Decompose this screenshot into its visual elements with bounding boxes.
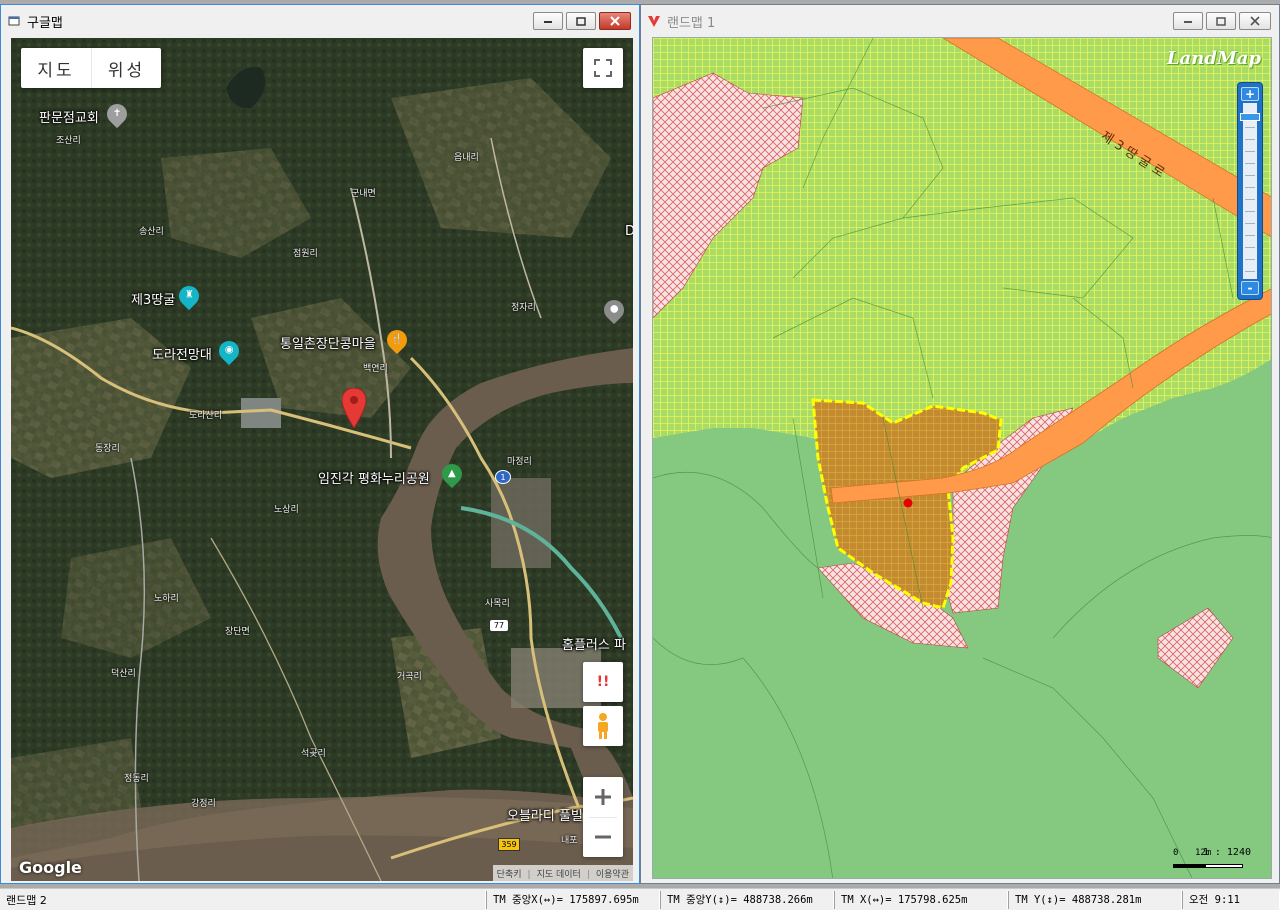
status-app-name: 랜드맵 2 <box>0 890 486 909</box>
map-attribution: 단축키 지도 데이터 이용약관 <box>492 865 633 881</box>
label-nosangri: 노상리 <box>274 505 299 515</box>
close-icon <box>1250 16 1260 26</box>
google-window-titlebar[interactable]: 구글맵 <box>1 5 639 37</box>
fullscreen-icon <box>594 59 612 77</box>
scale-bar: 0 12m <box>1173 848 1243 870</box>
label-deoksanri: 덕산리 <box>111 669 136 679</box>
cadastral-map-canvas: 제 3 땅 굴 로 <box>653 38 1271 878</box>
zoom-out-button[interactable] <box>583 818 623 858</box>
minimize-button[interactable] <box>533 12 563 30</box>
label-seokgotri: 석곶리 <box>301 749 326 759</box>
google-map-window: 구글맵 조산리 읍내리 군내면 송산리 점원리 정자리 백연리 도라산리 동장리… <box>0 4 640 884</box>
road-shield-1: 1 <box>495 470 511 484</box>
landmap-window-title: 랜드맵 1 <box>667 15 716 31</box>
road-shield-77: 77 <box>489 619 509 632</box>
landmap-logo: LandMap <box>1166 48 1261 69</box>
road-shield-359: 359 <box>498 838 520 851</box>
label-songsanri: 송산리 <box>139 227 164 237</box>
label-gangjeongri: 강정리 <box>191 799 216 809</box>
street-view-pegman-button[interactable] <box>583 706 623 746</box>
status-tm-x: TM X(↔)= 175798.625m <box>834 890 1008 909</box>
pegman-icon <box>598 713 608 739</box>
cadastral-map-view[interactable]: 제 3 땅 굴 로 LandMap + - 1 : 1240 0 12m <box>652 37 1272 879</box>
minus-icon <box>595 835 611 839</box>
label-sanokri: 사목리 <box>485 599 510 609</box>
label-eupnaeri: 읍내리 <box>454 153 479 163</box>
label-josanri: 조산리 <box>56 136 81 146</box>
zoom-thumb[interactable] <box>1240 113 1260 121</box>
label-unification-village[interactable]: 통일촌장단콩마을 <box>280 333 376 352</box>
label-dora-observatory[interactable]: 도라전망대 <box>152 344 212 363</box>
terms-link[interactable]: 이용약관 <box>587 867 629 880</box>
zoom-slider[interactable]: + - <box>1237 82 1263 300</box>
maximize-button[interactable] <box>566 12 596 30</box>
label-tunnel3[interactable]: 제3땅굴 <box>131 289 175 308</box>
close-button[interactable] <box>599 12 631 30</box>
zoom-track[interactable] <box>1240 103 1260 279</box>
map-type-control: 지도 위성 <box>21 48 161 88</box>
landmap-app-icon <box>647 14 661 28</box>
app-icon <box>7 14 21 28</box>
map-type-satellite-button[interactable]: 위성 <box>91 48 161 88</box>
label-dorasanri: 도라산리 <box>189 411 223 421</box>
status-time: 오전 9:11 <box>1182 890 1280 909</box>
location-pin-icon[interactable] <box>341 387 367 429</box>
shortcuts-link[interactable]: 단축키 <box>497 867 522 880</box>
fullscreen-button[interactable] <box>583 48 623 88</box>
google-logo: Google <box>19 858 82 877</box>
status-tm-center-x: TM 중앙X(↔)= 175897.695m <box>486 890 660 909</box>
landmap-zoom-in-button[interactable]: + <box>1241 87 1259 101</box>
label-homeplus[interactable]: 홈플러스 파 <box>562 634 626 653</box>
label-naepo: 내포 <box>561 836 578 846</box>
google-window-title: 구글맵 <box>27 15 63 31</box>
label-jeongjari: 정자리 <box>511 303 536 313</box>
selected-point-icon <box>903 498 913 508</box>
label-panmunjeom[interactable]: 판문점교회 <box>39 107 99 126</box>
landmap-maximize-button[interactable] <box>1206 12 1236 30</box>
label-gunnaemyeon: 군내면 <box>351 189 376 199</box>
minimize-icon <box>1184 21 1192 23</box>
map-type-map-button[interactable]: 지도 <box>21 48 91 88</box>
status-tm-y: TM Y(↕)= 488738.281m <box>1008 890 1182 909</box>
status-tm-center-y: TM 중앙Y(↕)= 488738.266m <box>660 890 834 909</box>
label-hahari: 노하리 <box>154 594 179 604</box>
zoom-in-button[interactable] <box>583 777 623 817</box>
landmap-close-button[interactable] <box>1239 12 1271 30</box>
landmap-window: 랜드맵 1 제 3 땅 굴 로 LandMap + - 1: 1240 0 1… <box>640 4 1280 884</box>
label-baekyeonri: 백연리 <box>363 364 388 374</box>
landmap-zoom-out-button[interactable]: - <box>1241 281 1259 295</box>
alert-button[interactable]: !! <box>583 662 623 702</box>
map-data-link[interactable]: 지도 데이터 <box>528 867 581 880</box>
maximize-icon <box>1216 16 1226 26</box>
label-majeongri: 마정리 <box>507 457 532 467</box>
label-jeomwonri: 점원리 <box>293 249 318 259</box>
close-icon <box>610 16 620 26</box>
status-bar: 랜드맵 2 TM 중앙X(↔)= 175897.695m TM 중앙Y(↕)= … <box>0 888 1280 910</box>
label-geogokri: 거곡리 <box>397 672 422 682</box>
landmap-minimize-button[interactable] <box>1173 12 1203 30</box>
label-oblardi[interactable]: 오블라디 풀빌 <box>507 805 583 824</box>
minimize-icon <box>544 21 552 23</box>
label-jeongdongri: 정동리 <box>124 774 149 784</box>
landmap-window-titlebar[interactable]: 랜드맵 1 <box>641 5 1279 37</box>
alert-icon: !! <box>596 674 610 690</box>
label-dongjangri: 동장리 <box>95 444 120 454</box>
label-imjingak[interactable]: 임진각 평화누리공원 <box>318 468 430 487</box>
label-edge-d: D <box>625 224 633 239</box>
label-jangdanmyeon: 장단면 <box>225 627 250 637</box>
zoom-control <box>583 777 623 857</box>
plus-icon <box>595 788 611 805</box>
satellite-map-view[interactable]: 조산리 읍내리 군내면 송산리 점원리 정자리 백연리 도라산리 동장리 마정리… <box>11 38 633 881</box>
maximize-icon <box>576 16 586 26</box>
